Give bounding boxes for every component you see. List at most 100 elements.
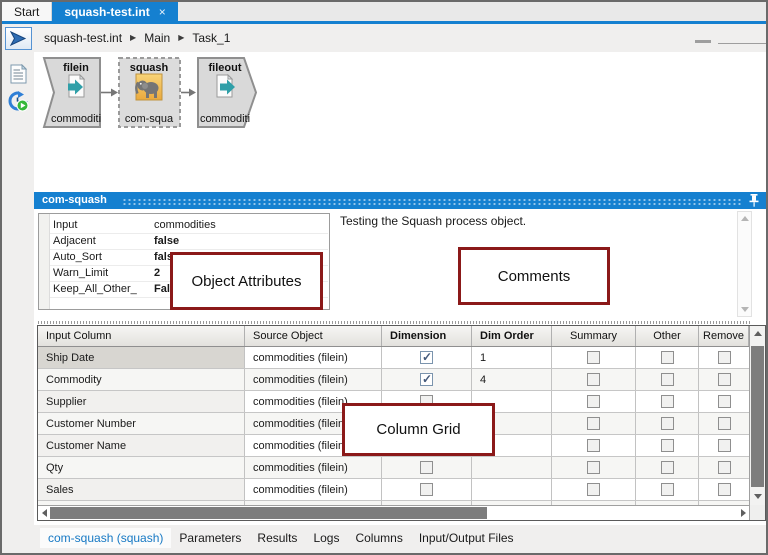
grid-cell-source-object[interactable]: commodities (filein): [245, 479, 382, 500]
other-checkbox[interactable]: [661, 395, 674, 408]
tab-squash-test-int[interactable]: squash-test.int ×: [52, 2, 177, 21]
breadcrumb-item[interactable]: Task_1: [192, 31, 230, 45]
attribute-row[interactable]: Inputcommodities: [50, 217, 328, 234]
collapse-handle[interactable]: [695, 40, 711, 43]
grid-cell-dim-order[interactable]: 4: [472, 369, 552, 390]
summary-checkbox[interactable]: [587, 417, 600, 430]
other-checkbox[interactable]: [661, 417, 674, 430]
grid-row[interactable]: Commoditycommodities (filein) 4: [38, 369, 749, 391]
run-button[interactable]: [5, 27, 32, 50]
remove-checkbox[interactable]: [718, 351, 731, 364]
dimension-checkbox[interactable]: [420, 351, 433, 364]
comments-text[interactable]: Testing the Squash process object.: [340, 214, 720, 228]
remove-checkbox[interactable]: [718, 483, 731, 496]
grid-header-row: Input ColumnSource ObjectDimensionDim Or…: [38, 326, 749, 347]
other-checkbox[interactable]: [661, 373, 674, 386]
annotation-object-attributes: Object Attributes: [170, 252, 323, 310]
close-tab-icon[interactable]: ×: [159, 5, 166, 19]
grid-column-header[interactable]: Summary: [552, 326, 636, 346]
attributes-gutter: [39, 214, 50, 309]
summary-checkbox[interactable]: [587, 461, 600, 474]
other-checkbox[interactable]: [661, 351, 674, 364]
grid-cell-input-column[interactable]: Sales: [38, 479, 245, 500]
tab-input-output-files[interactable]: Input/Output Files: [411, 528, 522, 548]
refresh-run-button[interactable]: [6, 90, 30, 114]
grid-cell-dim-order[interactable]: [472, 457, 552, 478]
panel-splitter-dots[interactable]: [38, 321, 750, 324]
node-fileout[interactable]: fileout commoditi: [198, 58, 256, 127]
summary-checkbox[interactable]: [587, 351, 600, 364]
summary-checkbox[interactable]: [587, 395, 600, 408]
grid-cell-source-object[interactable]: commodities (filein): [245, 457, 382, 478]
remove-checkbox[interactable]: [718, 395, 731, 408]
attribute-value[interactable]: commodities: [154, 217, 328, 233]
grid-cell-input-column[interactable]: Customer Name: [38, 435, 245, 456]
tab-logs[interactable]: Logs: [305, 528, 347, 548]
grid-cell-input-column[interactable]: Customer Number: [38, 413, 245, 434]
grid-column-header[interactable]: Other: [636, 326, 699, 346]
scroll-up-icon[interactable]: [741, 216, 749, 221]
scroll-up-button[interactable]: [750, 326, 765, 340]
tab-parameters[interactable]: Parameters: [171, 528, 249, 548]
summary-checkbox[interactable]: [587, 373, 600, 386]
other-checkbox[interactable]: [661, 483, 674, 496]
grid-column-header[interactable]: Dimension: [382, 326, 472, 346]
grid-cell-input-column[interactable]: Qty: [38, 457, 245, 478]
grid-cell-source-object[interactable]: commodities (filein): [245, 369, 382, 390]
other-checkbox[interactable]: [661, 439, 674, 452]
comments-scrollbar[interactable]: [737, 211, 752, 317]
vertical-scrollbar-thumb[interactable]: [751, 346, 764, 487]
node-squash[interactable]: squash com-squa: [119, 58, 180, 127]
pin-icon[interactable]: [749, 194, 759, 207]
annotation-column-grid: Column Grid: [342, 403, 495, 456]
grid-cell-dim-order[interactable]: 1: [472, 347, 552, 368]
scroll-right-button[interactable]: [737, 506, 749, 520]
grid-cell-input-column[interactable]: Supplier: [38, 391, 245, 412]
panel-title-bar[interactable]: com-squash: [34, 192, 766, 209]
horizontal-scrollbar-thumb[interactable]: [50, 507, 487, 519]
dimension-checkbox[interactable]: [420, 483, 433, 496]
attribute-name: Keep_All_Other_: [53, 281, 151, 297]
breadcrumb-item[interactable]: squash-test.int: [44, 31, 122, 45]
grid-column-header[interactable]: Input Column: [38, 326, 245, 346]
scroll-left-button[interactable]: [38, 506, 50, 520]
tab-results[interactable]: Results: [249, 528, 305, 548]
grid-column-header[interactable]: Dim Order: [472, 326, 552, 346]
tab-com-squash-squash[interactable]: com-squash (squash): [40, 528, 171, 548]
grid-cell-input-column[interactable]: Commodity: [38, 369, 245, 390]
tab-start[interactable]: Start: [2, 2, 52, 21]
vertical-scrollbar[interactable]: [749, 326, 765, 520]
remove-checkbox[interactable]: [718, 417, 731, 430]
report-button[interactable]: [6, 62, 30, 86]
grid-row[interactable]: Ship Datecommodities (filein) 1: [38, 347, 749, 369]
panel-title: com-squash: [42, 194, 107, 206]
node-filein[interactable]: filein commoditi: [44, 58, 101, 127]
summary-checkbox[interactable]: [587, 483, 600, 496]
remove-checkbox[interactable]: [718, 439, 731, 452]
breadcrumb-item[interactable]: Main: [144, 31, 170, 45]
tab-start-label: Start: [14, 5, 39, 19]
other-checkbox[interactable]: [661, 461, 674, 474]
attribute-value[interactable]: false: [154, 233, 328, 249]
attribute-row[interactable]: Adjacentfalse: [50, 233, 328, 250]
dimension-checkbox[interactable]: [420, 461, 433, 474]
grid-cell-dim-order[interactable]: [472, 479, 552, 500]
grid-cell-input-column[interactable]: Ship Date: [38, 347, 245, 368]
grid-column-header[interactable]: Source Object: [245, 326, 382, 346]
breadcrumb: squash-test.int▶Main▶Task_1: [44, 30, 230, 46]
summary-checkbox[interactable]: [587, 439, 600, 452]
horizontal-scrollbar[interactable]: [38, 505, 749, 520]
remove-checkbox[interactable]: [718, 461, 731, 474]
scroll-down-icon[interactable]: [741, 307, 749, 312]
grid-column-header[interactable]: Remove: [699, 326, 749, 346]
remove-checkbox[interactable]: [718, 373, 731, 386]
tab-columns[interactable]: Columns: [347, 528, 410, 548]
grid-cell-source-object[interactable]: commodities (filein): [245, 347, 382, 368]
grid-row[interactable]: Salescommodities (filein): [38, 479, 749, 501]
scroll-down-button[interactable]: [750, 489, 765, 503]
grid-row[interactable]: Qtycommodities (filein): [38, 457, 749, 479]
left-toolbar: [2, 52, 34, 553]
dimension-checkbox[interactable]: [420, 373, 433, 386]
connector-squash-fileout: [181, 89, 196, 97]
annotation-column-grid-label: Column Grid: [376, 421, 460, 438]
